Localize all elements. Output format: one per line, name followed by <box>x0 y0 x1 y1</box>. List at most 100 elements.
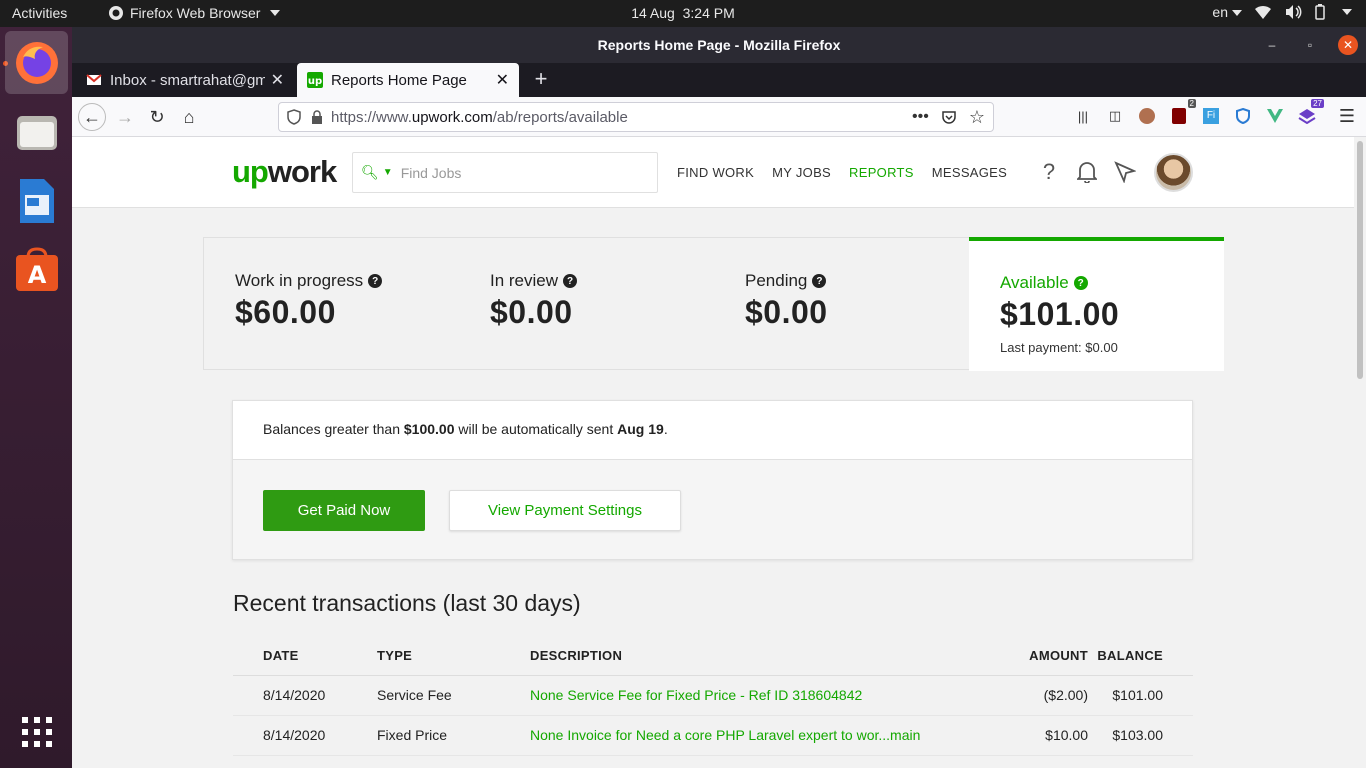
reload-button[interactable]: ↻ <box>143 103 171 131</box>
note-date: Aug 19 <box>617 421 664 437</box>
minimize-button[interactable]: – <box>1262 35 1282 55</box>
fi-extension-icon[interactable]: Fi <box>1200 105 1222 127</box>
chevron-down-icon <box>270 10 281 16</box>
card-in-review[interactable]: In review? $0.00 <box>459 238 714 369</box>
tab-reports[interactable]: up Reports Home Page ✕ <box>297 63 519 97</box>
card-work-in-progress[interactable]: Work in progress? $60.00 <box>204 238 459 369</box>
notifications-bell-icon[interactable] <box>1076 157 1098 187</box>
dock-writer[interactable] <box>5 169 68 232</box>
dock-files[interactable] <box>5 100 68 163</box>
lock-icon[interactable] <box>311 110 323 124</box>
url-bar[interactable]: https://www.upwork.com/ab/reports/availa… <box>278 102 994 132</box>
search-icon[interactable]: 🔍︎ <box>361 164 379 181</box>
last-payment: Last payment: $0.00 <box>1000 340 1118 355</box>
user-avatar[interactable] <box>1154 153 1193 192</box>
dock-firefox[interactable] <box>5 31 68 94</box>
wifi-icon <box>1255 5 1271 19</box>
battery-icon <box>1315 4 1325 20</box>
libreoffice-writer-icon <box>19 178 54 223</box>
window-titlebar[interactable]: Reports Home Page - Mozilla Firefox – ▫ … <box>72 27 1366 63</box>
sidebar-icon[interactable]: ◫ <box>1104 105 1126 127</box>
close-tab-icon[interactable]: ✕ <box>496 70 509 90</box>
tab-gmail[interactable]: Inbox - smartrahat@gmail.com ✕ <box>76 63 294 97</box>
hamburger-menu-icon[interactable]: ☰ <box>1336 105 1358 127</box>
show-applications-button[interactable] <box>5 700 68 763</box>
chevron-down-icon <box>1232 10 1242 17</box>
nav-messages[interactable]: MESSAGES <box>932 165 1007 180</box>
row-description-link[interactable]: None Invoice for Need a core PHP Laravel… <box>530 715 988 756</box>
home-button[interactable]: ⌂ <box>175 103 203 131</box>
window-controls: – ▫ ✕ <box>1262 35 1358 55</box>
upwork-icon: up <box>307 72 323 88</box>
firefox-small-icon <box>109 6 123 20</box>
dock-software[interactable]: A <box>5 238 68 301</box>
clock-time[interactable]: 3:24 PM <box>683 5 735 21</box>
library-icon[interactable]: ||| <box>1072 105 1094 127</box>
col-balance[interactable]: BALANCE <box>1088 637 1193 676</box>
chevron-down-icon[interactable]: ▼ <box>383 167 393 178</box>
scrollbar-thumb[interactable] <box>1357 141 1363 379</box>
system-tray[interactable]: en <box>1212 4 1352 20</box>
gmail-icon <box>86 74 102 85</box>
col-date[interactable]: DATE <box>233 637 377 676</box>
clock-date[interactable]: 14 Aug <box>631 5 675 21</box>
review-amount: $0.00 <box>490 294 573 330</box>
tab-strip: Inbox - smartrahat@gmail.com ✕ up Report… <box>72 63 1366 97</box>
tab-title: Inbox - smartrahat@gmail.com <box>110 71 265 89</box>
help-circle-icon[interactable]: ? <box>812 274 827 288</box>
extension-purple-icon[interactable]: 27 <box>1296 99 1324 127</box>
extension-toolbar: ||| ◫ 2 Fi 27 ☰ <box>1072 99 1358 127</box>
bookmark-star-icon[interactable]: ☆ <box>969 107 985 128</box>
url-domain: upwork.com <box>411 108 493 126</box>
row-type: Fixed Price <box>377 715 530 756</box>
card-pending[interactable]: Pending? $0.00 <box>714 238 969 369</box>
note-threshold: $100.00 <box>403 421 455 437</box>
balance-summary: Work in progress? $60.00 In review? $0.0… <box>203 237 1224 371</box>
back-button[interactable]: ← <box>78 103 106 131</box>
view-payment-settings-button[interactable]: View Payment Settings <box>449 490 681 531</box>
language-indicator[interactable]: en <box>1212 4 1242 20</box>
row-balance: $101.00 <box>1088 675 1193 716</box>
vpn-shield-icon[interactable] <box>1232 105 1254 127</box>
wip-label-row: Work in progress? <box>235 271 383 291</box>
nav-my-jobs[interactable]: MY JOBS <box>772 165 831 180</box>
card-available[interactable]: Available? $101.00 Last payment: $0.00 <box>969 237 1224 371</box>
firefox-window: Reports Home Page - Mozilla Firefox – ▫ … <box>72 27 1366 768</box>
shield-icon[interactable] <box>287 109 301 125</box>
col-type[interactable]: TYPE <box>377 637 530 676</box>
help-circle-icon[interactable]: ? <box>563 274 578 288</box>
direct-contracts-send-icon[interactable] <box>1114 157 1136 187</box>
nav-find-work[interactable]: FIND WORK <box>677 165 754 180</box>
ublock-icon[interactable]: 2 <box>1168 99 1196 127</box>
vue-devtools-icon[interactable] <box>1264 105 1286 127</box>
wip-label: Work in progress <box>235 271 364 290</box>
col-description[interactable]: DESCRIPTION <box>530 637 988 676</box>
table-row: 8/14/2020 Service Fee None Service Fee f… <box>233 675 1193 716</box>
app-menu[interactable]: Firefox Web Browser <box>108 5 281 21</box>
search-input[interactable] <box>400 164 631 181</box>
close-window-button[interactable]: ✕ <box>1338 35 1358 55</box>
get-paid-now-button[interactable]: Get Paid Now <box>263 490 425 531</box>
help-icon[interactable]: ? <box>1038 157 1060 187</box>
help-circle-icon[interactable]: ? <box>368 274 383 288</box>
page-actions-icon[interactable]: ••• <box>912 108 929 126</box>
ublock-badge: 2 <box>1187 99 1196 108</box>
pocket-icon[interactable] <box>941 109 957 125</box>
table-header-row: DATE TYPE DESCRIPTION AMOUNT BALANCE <box>233 637 1193 676</box>
activities-button[interactable]: Activities <box>12 5 67 21</box>
maximize-button[interactable]: ▫ <box>1300 35 1320 55</box>
close-tab-icon[interactable]: ✕ <box>271 70 284 90</box>
page-scrollbar[interactable] <box>1354 137 1366 768</box>
upwork-logo[interactable]: upwork <box>232 154 337 190</box>
url-text[interactable]: https://www.upwork.com/ab/reports/availa… <box>331 109 912 126</box>
pending-label: Pending <box>745 271 808 290</box>
url-prefix: https://www. <box>331 108 412 126</box>
new-tab-button[interactable]: + <box>528 67 554 93</box>
forward-button[interactable]: → <box>111 103 139 131</box>
profile-extension-icon[interactable] <box>1136 105 1158 127</box>
window-title: Reports Home Page - Mozilla Firefox <box>597 37 841 53</box>
help-circle-icon[interactable]: ? <box>1073 276 1088 290</box>
row-description-link[interactable]: None Service Fee for Fixed Price - Ref I… <box>530 675 988 716</box>
nav-reports[interactable]: REPORTS <box>849 165 914 180</box>
col-amount[interactable]: AMOUNT <box>988 637 1088 676</box>
